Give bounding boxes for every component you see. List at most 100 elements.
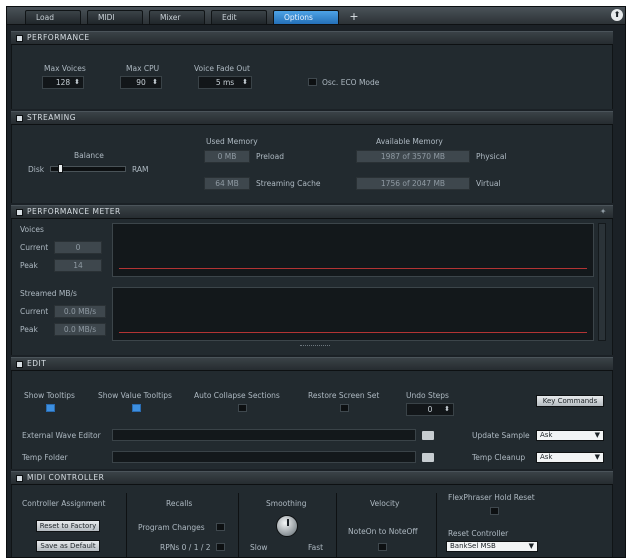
physical-label: Physical xyxy=(476,152,507,161)
section-header-midi-controller[interactable]: MIDI CONTROLLER xyxy=(11,471,613,485)
performance-panel: Max Voices 128 ⬍ Max CPU 90 ⬍ Voice Fade O… xyxy=(11,45,613,109)
streaming-panel: Balance Disk RAM Used Memory 0 MB Preloa… xyxy=(11,125,613,203)
temp-cleanup-dropdown[interactable]: Ask ▼ xyxy=(536,452,604,463)
column-divider xyxy=(238,493,239,557)
virtual-label: Virtual xyxy=(476,179,501,188)
smoothing-label: Smoothing xyxy=(266,499,307,508)
streaming-cache-value: 64 MB xyxy=(204,177,250,190)
tab-edit[interactable]: Edit xyxy=(211,10,267,24)
smoothing-slow-label: Slow xyxy=(250,543,268,552)
show-value-tooltips-checkbox[interactable] xyxy=(132,404,141,412)
save-as-default-button[interactable]: Save as Default xyxy=(36,540,100,552)
tab-mixer[interactable]: Mixer xyxy=(149,10,205,24)
add-tab-button[interactable]: + xyxy=(347,10,361,24)
balance-label: Balance xyxy=(74,151,104,160)
undo-steps-label: Undo Steps xyxy=(406,391,449,400)
update-sample-dropdown[interactable]: Ask ▼ xyxy=(536,430,604,441)
smoothing-fast-label: Fast xyxy=(308,543,324,552)
section-header-streaming[interactable]: STREAMING xyxy=(11,111,613,125)
osc-eco-mode-checkbox[interactable] xyxy=(308,78,317,86)
voices-label: Voices xyxy=(20,225,44,234)
voices-peak-label: Peak xyxy=(20,261,38,270)
streamed-current-label: Current xyxy=(20,307,49,316)
key-commands-button[interactable]: Key Commands xyxy=(536,395,604,407)
tab-midi[interactable]: MIDI xyxy=(87,10,143,24)
collapse-icon[interactable] xyxy=(16,115,23,122)
streamed-peak-label: Peak xyxy=(20,325,38,334)
restore-screen-set-checkbox[interactable] xyxy=(340,404,349,412)
recalls-label: Recalls xyxy=(166,499,193,508)
collapse-icon[interactable] xyxy=(16,209,23,216)
collapse-icon[interactable] xyxy=(16,361,23,368)
section-header-edit[interactable]: EDIT xyxy=(11,357,613,371)
section-header-performance[interactable]: PERFORMANCE xyxy=(11,31,613,45)
collapse-icon[interactable] xyxy=(16,35,23,42)
streaming-cache-label: Streaming Cache xyxy=(256,179,321,188)
section-title: EDIT xyxy=(27,359,47,368)
folder-icon[interactable] xyxy=(422,431,434,440)
pin-icon[interactable]: ✦ xyxy=(600,206,607,218)
column-divider xyxy=(336,493,337,557)
update-sample-label: Update Sample xyxy=(472,431,530,440)
max-voices-field[interactable]: 128 ⬍ xyxy=(42,76,84,89)
auto-collapse-label: Auto Collapse Sections xyxy=(194,391,280,400)
external-wave-editor-path[interactable] xyxy=(112,429,416,441)
used-memory-label: Used Memory xyxy=(206,137,258,146)
tab-load[interactable]: Load xyxy=(25,10,81,24)
section-title: STREAMING xyxy=(27,113,77,122)
program-changes-checkbox[interactable] xyxy=(216,523,225,531)
reset-controller-dropdown[interactable]: BankSel MSB ▼ xyxy=(446,541,538,552)
voice-fade-out-field[interactable]: 5 ms ⬍ xyxy=(198,76,252,89)
streamed-label: Streamed MB/s xyxy=(20,289,77,298)
collapse-icon[interactable] xyxy=(16,475,23,482)
available-memory-label: Available Memory xyxy=(376,137,443,146)
temp-folder-path[interactable] xyxy=(112,451,416,463)
velocity-label: Velocity xyxy=(370,499,400,508)
reset-controller-label: Reset Controller xyxy=(448,529,509,538)
voices-peak-value: 14 xyxy=(54,259,102,272)
controller-assignment-label: Controller Assignment xyxy=(22,499,106,508)
balance-slider-thumb[interactable] xyxy=(58,164,63,173)
knob-indicator xyxy=(287,519,289,526)
voices-meter-graph xyxy=(112,223,594,277)
resize-handle[interactable] xyxy=(300,345,330,348)
virtual-memory-value: 1756 of 2047 MB xyxy=(356,177,470,190)
osc-eco-mode-label: Osc. ECO Mode xyxy=(322,78,380,87)
max-voices-label: Max Voices xyxy=(44,64,86,73)
preload-label: Preload xyxy=(256,152,284,161)
rpns-checkbox[interactable] xyxy=(216,543,225,551)
balance-disk-label: Disk xyxy=(28,165,45,174)
noteon-to-noteoff-checkbox[interactable] xyxy=(378,543,387,551)
restore-screen-set-label: Restore Screen Set xyxy=(308,391,380,400)
tab-options[interactable]: Options xyxy=(273,10,339,24)
noteon-to-noteoff-label: NoteOn to NoteOff xyxy=(348,527,418,536)
show-tooltips-checkbox[interactable] xyxy=(46,404,55,412)
streamed-meter-line xyxy=(119,332,587,333)
flexphraser-hold-reset-checkbox[interactable] xyxy=(490,507,499,515)
external-wave-editor-label: External Wave Editor xyxy=(22,431,101,440)
balance-slider[interactable] xyxy=(50,164,126,173)
temp-folder-label: Temp Folder xyxy=(22,453,68,462)
auto-collapse-checkbox[interactable] xyxy=(238,404,247,412)
close-icon[interactable]: ⬆ xyxy=(611,9,623,21)
streamed-current-value: 0.0 MB/s xyxy=(54,305,106,318)
undo-steps-field[interactable]: 0 ⬍ xyxy=(406,403,454,416)
show-value-tooltips-label: Show Value Tooltips xyxy=(98,391,172,400)
tab-bar: Load MIDI Mixer Edit Options + ⬆ xyxy=(7,7,625,25)
section-title: PERFORMANCE xyxy=(27,33,90,42)
smoothing-knob[interactable] xyxy=(276,515,298,537)
voices-current-value: 0 xyxy=(54,241,102,254)
section-header-performance-meter[interactable]: PERFORMANCE METER ✦ xyxy=(11,205,613,219)
max-cpu-label: Max CPU xyxy=(126,64,160,73)
meter-scrollbar[interactable] xyxy=(598,223,606,341)
flexphraser-hold-reset-label: FlexPhraser Hold Reset xyxy=(448,493,535,502)
rpns-label: RPNs 0 / 1 / 2 xyxy=(160,543,211,552)
reset-to-factory-button[interactable]: Reset to Factory xyxy=(36,520,100,532)
voices-meter-line xyxy=(119,268,587,269)
folder-icon[interactable] xyxy=(422,453,434,462)
program-changes-label: Program Changes xyxy=(138,523,205,532)
column-divider xyxy=(436,493,437,557)
options-window: Load MIDI Mixer Edit Options + ⬆ PERFORM… xyxy=(6,6,626,558)
section-title: PERFORMANCE METER xyxy=(27,207,121,216)
max-cpu-field[interactable]: 90 ⬍ xyxy=(120,76,162,89)
